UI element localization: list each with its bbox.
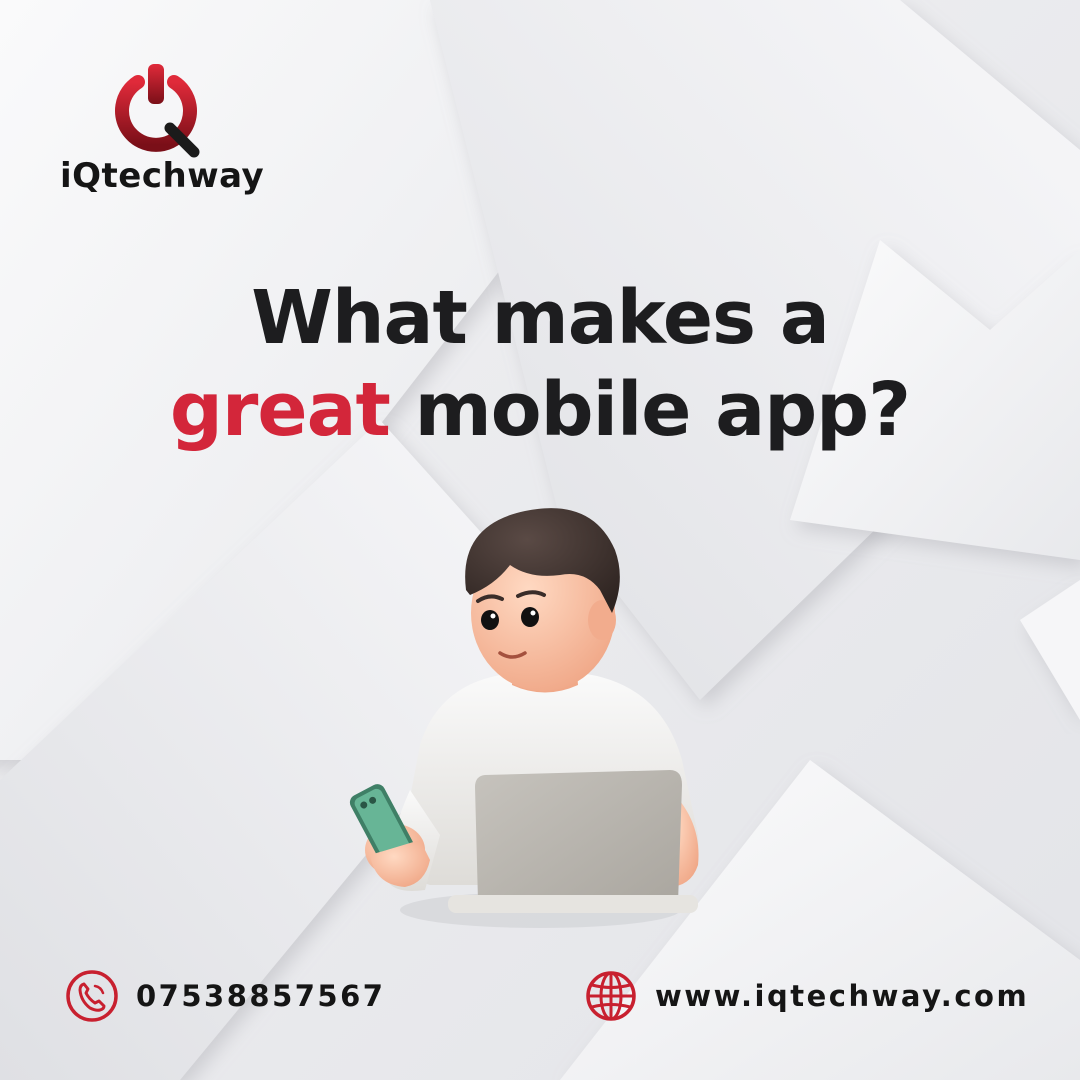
website-link[interactable]: www.iqtechway.com <box>583 968 1029 1024</box>
headline-line-1: What makes a <box>251 275 830 361</box>
headline-line-2-rest: mobile app? <box>414 367 911 453</box>
power-q-logo-icon <box>115 64 200 158</box>
globe-icon <box>586 971 636 1021</box>
phone-number: 07538857567 <box>136 979 386 1013</box>
headline-line-2: great mobile app? <box>0 364 1080 456</box>
headline-highlight: great <box>169 367 391 453</box>
headline: What makes a great mobile app? <box>0 272 1080 456</box>
brand-name: iQtechway <box>60 156 265 196</box>
phone-contact[interactable]: 07538857567 <box>64 968 385 1024</box>
phone-icon <box>66 970 118 1022</box>
poster: iQtechway What makes a great mobile app? <box>0 0 1080 1080</box>
person-illustration <box>349 508 699 928</box>
website-url: www.iqtechway.com <box>655 979 1030 1013</box>
